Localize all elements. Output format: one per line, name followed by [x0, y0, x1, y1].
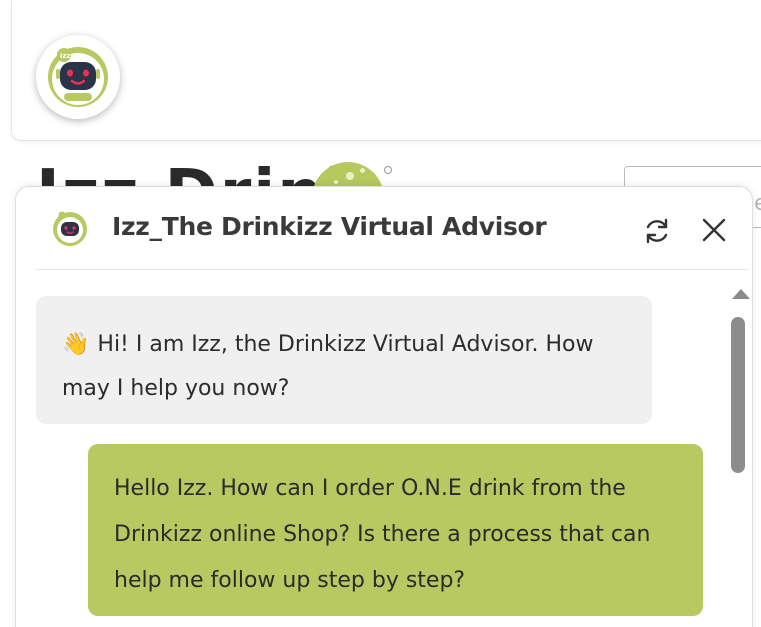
scroll-up-arrow-icon[interactable] [732, 289, 750, 299]
registered-mark-icon [384, 166, 392, 174]
message-scrollbar[interactable] [724, 283, 750, 627]
refresh-icon [646, 218, 668, 244]
bot-message: 👋 Hi! I am Izz, the Drinkizz Virtual Advi… [36, 296, 652, 424]
robot-avatar-icon: izz [48, 47, 108, 107]
bot-message-text: Hi! I am Izz, the Drinkizz Virtual Advis… [62, 332, 594, 401]
close-button[interactable] [699, 215, 729, 245]
close-icon [702, 218, 726, 242]
refresh-button[interactable] [641, 215, 673, 247]
message-list: 👋 Hi! I am Izz, the Drinkizz Virtual Advi… [16, 270, 722, 627]
scrollbar-thumb[interactable] [731, 317, 745, 473]
user-message: Hello Izz. How can I order O.N.E drink f… [88, 444, 703, 616]
page: izz Izz Drink Sear [0, 0, 761, 627]
waving-hand-icon: 👋 [62, 332, 90, 357]
chat-header: Izz_The Drinkizz Virtual Advisor [16, 187, 752, 269]
svg-text:izz: izz [60, 52, 71, 60]
advisor-avatar [50, 209, 90, 249]
top-header-card [11, 0, 761, 141]
chat-launcher-avatar[interactable]: izz [36, 35, 120, 119]
robot-avatar-icon [53, 211, 87, 246]
chat-panel: Izz_The Drinkizz Virtual Advisor 👋 Hi! I … [15, 186, 753, 627]
chat-title: Izz_The Drinkizz Virtual Advisor [112, 212, 547, 241]
user-message-text: Hello Izz. How can I order O.N.E drink f… [114, 476, 651, 593]
